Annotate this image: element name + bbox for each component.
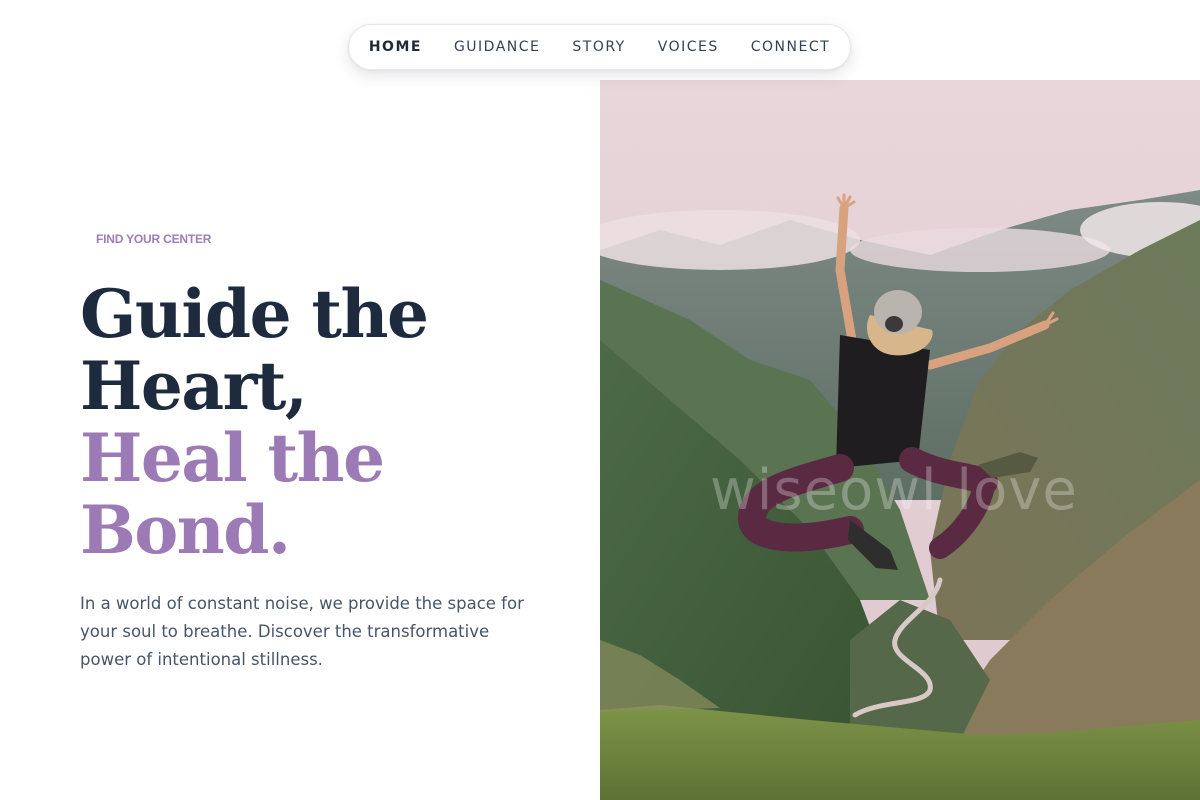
nav-item-guidance[interactable]: GUIDANCE (454, 39, 540, 55)
nav-item-story[interactable]: STORY (572, 39, 625, 55)
headline-line-1: Guide the (80, 275, 429, 353)
main-nav: HOME GUIDANCE STORY VOICES CONNECT (348, 24, 851, 70)
hero-kicker: FIND YOUR CENTER (96, 232, 212, 246)
nav-item-connect[interactable]: CONNECT (751, 39, 830, 55)
headline-line-2: Heart, (80, 347, 308, 425)
hero-lead-paragraph: In a world of constant noise, we provide… (80, 594, 524, 669)
headline-line-3: Heal the (80, 419, 385, 497)
nav-item-voices[interactable]: VOICES (658, 39, 719, 55)
mountain-jump-illustration (600, 80, 1200, 800)
hero-image: wiseowl love (600, 80, 1200, 800)
nav-item-home[interactable]: HOME (369, 39, 422, 55)
headline-line-4: Bond. (80, 491, 291, 569)
hero-headline: Guide the Heart, Heal the Bond. (80, 278, 580, 566)
